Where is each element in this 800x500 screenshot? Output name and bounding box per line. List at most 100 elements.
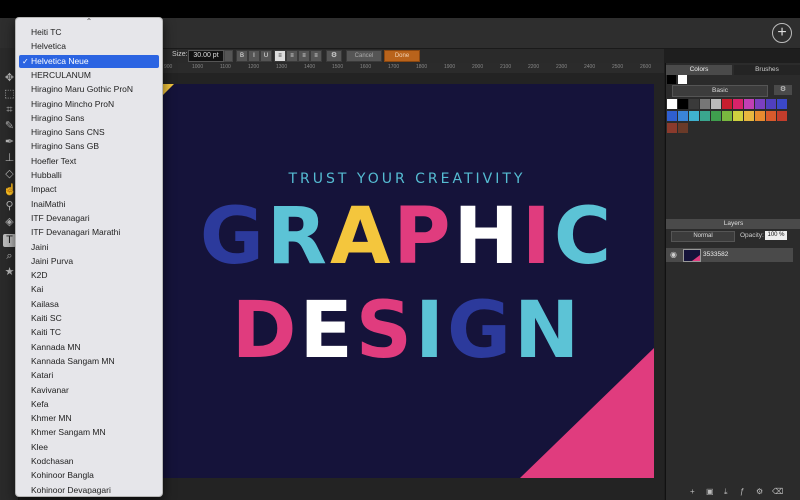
font-menu-item[interactable]: Khmer MN	[19, 412, 159, 425]
font-name: Kaiti SC	[31, 313, 62, 323]
font-menu-item[interactable]: Heiti TC	[19, 26, 159, 39]
font-menu-item[interactable]: Hiragino Sans	[19, 112, 159, 125]
align-left-button[interactable]: ≡	[274, 50, 286, 62]
italic-button[interactable]: I	[248, 50, 260, 62]
font-menu-item[interactable]: ✓ Helvetica Neue	[19, 54, 159, 68]
color-swatch[interactable]	[777, 111, 787, 121]
font-name: Kavivanar	[31, 384, 69, 395]
preset-select[interactable]: Basic	[672, 85, 768, 97]
font-menu-item[interactable]: Kailasa	[19, 298, 159, 311]
font-menu-item[interactable]: Kaiti TC	[19, 326, 159, 339]
fx-icon[interactable]: ƒ	[740, 487, 744, 496]
font-menu-item[interactable]: Hoefler Text	[19, 155, 159, 168]
font-menu-item[interactable]: ITF Devanagari	[19, 212, 159, 225]
primary-color-swatch[interactable]	[667, 75, 676, 84]
scroll-up-icon[interactable]: ⌃	[16, 18, 162, 26]
font-name: Kohinoor Bangla	[31, 470, 94, 481]
font-menu-item[interactable]: Klee	[19, 441, 159, 454]
color-swatch[interactable]	[689, 99, 699, 109]
add-icon[interactable]: +	[772, 23, 792, 43]
settings-icon[interactable]: ⚙	[756, 487, 763, 496]
color-swatch[interactable]	[667, 123, 677, 133]
done-button[interactable]: Done	[384, 50, 420, 62]
tab-colors[interactable]: Colors	[666, 65, 732, 75]
align-center-button[interactable]: ≡	[286, 50, 298, 62]
download-icon[interactable]: ⤓	[724, 487, 728, 497]
color-swatch[interactable]	[777, 99, 787, 109]
font-menu-item[interactable]: Kavivanar	[19, 384, 159, 397]
font-menu-item[interactable]: Kefa	[19, 398, 159, 411]
color-swatch[interactable]	[755, 99, 765, 109]
preset-gear-icon[interactable]: ⚙	[774, 85, 792, 95]
font-menu-item[interactable]: Hiragino Sans CNS	[19, 126, 159, 139]
font-size-input[interactable]: 30.00 pt	[188, 50, 224, 62]
color-swatch[interactable]	[733, 111, 743, 121]
font-menu-item[interactable]: Impact	[19, 183, 159, 196]
font-menu-item[interactable]: ITF Devanagari Marathi	[19, 226, 159, 239]
font-menu-item[interactable]: Kohinoor Bangla	[19, 469, 159, 482]
delete-icon[interactable]: ⌫	[772, 487, 783, 496]
font-menu-item[interactable]: Katari	[19, 369, 159, 382]
font-menu-item[interactable]: Hubballi	[19, 169, 159, 182]
color-swatch[interactable]	[744, 99, 754, 109]
ruler-tick: 2100	[500, 64, 512, 70]
color-swatch[interactable]	[689, 111, 699, 121]
font-menu-item[interactable]: Hiragino Mincho ProN	[19, 98, 159, 111]
blend-mode-select[interactable]: Normal	[671, 231, 735, 242]
font-menu-item[interactable]: K2D	[19, 269, 159, 282]
opacity-input[interactable]: 100 %	[765, 231, 787, 240]
secondary-color-swatch[interactable]	[678, 75, 687, 84]
font-menu-item[interactable]: HERCULANUM	[19, 69, 159, 82]
font-menu-item[interactable]: Kaiti SC	[19, 312, 159, 325]
underline-button[interactable]: U	[260, 50, 272, 62]
artboard[interactable]: TRUST YOUR CREATIVITY GRAPHIC DESIGN	[160, 84, 654, 478]
color-swatch[interactable]	[722, 99, 732, 109]
image-layer-icon[interactable]: ▣	[706, 487, 714, 496]
color-swatch[interactable]	[766, 99, 776, 109]
layer-row[interactable]: ◉ 3533582	[666, 248, 793, 262]
font-menu-item[interactable]: InaiMathi	[19, 198, 159, 211]
size-stepper[interactable]	[224, 50, 233, 62]
font-menu-item[interactable]: Kannada MN	[19, 341, 159, 354]
color-swatch[interactable]	[667, 99, 677, 109]
eye-icon[interactable]: ◉	[670, 250, 677, 259]
font-menu-item[interactable]: Kannada Sangam MN	[19, 355, 159, 368]
color-swatch[interactable]	[678, 99, 688, 109]
ruler-tick: 1500	[332, 64, 344, 70]
color-swatch[interactable]	[755, 111, 765, 121]
font-menu-item[interactable]: Hiragino Maru Gothic ProN	[19, 83, 159, 96]
font-menu-item[interactable]: Hiragino Sans GB	[19, 140, 159, 153]
color-swatch[interactable]	[700, 111, 710, 121]
align-right-button[interactable]: ≡	[298, 50, 310, 62]
font-menu-item[interactable]: Jaini Purva	[19, 255, 159, 268]
font-menu-item[interactable]: Khmer Sangam MN	[19, 426, 159, 439]
font-menu-item[interactable]: Helvetica	[19, 40, 159, 53]
color-swatch[interactable]	[678, 111, 688, 121]
font-menu-item[interactable]: Kai	[19, 283, 159, 296]
font-menu-item[interactable]: Kodchasan	[19, 455, 159, 468]
headline-letter: D	[231, 286, 300, 376]
font-name: Hiragino Maru Gothic ProN	[31, 84, 134, 95]
bold-button[interactable]: B	[236, 50, 248, 62]
color-swatch[interactable]	[667, 111, 677, 121]
color-swatch[interactable]	[711, 99, 721, 109]
font-menu-item[interactable]: Kohinoor Devanagari	[19, 484, 159, 496]
color-swatch[interactable]	[722, 111, 732, 121]
color-swatch[interactable]	[733, 99, 743, 109]
add-layer-icon[interactable]: +	[690, 487, 695, 496]
color-swatch[interactable]	[700, 99, 710, 109]
color-swatch[interactable]	[766, 111, 776, 121]
ruler-tick: 1400	[304, 64, 316, 70]
gear-icon[interactable]: ⚙	[326, 50, 342, 62]
tab-brushes[interactable]: Brushes	[734, 65, 800, 75]
headline-letter: E	[299, 286, 356, 376]
color-swatch[interactable]	[678, 123, 688, 133]
headline-letter: G	[446, 286, 514, 376]
font-menu-item[interactable]: Jaini	[19, 241, 159, 254]
cancel-button[interactable]: Cancel	[346, 50, 382, 62]
headline-letter: C	[553, 192, 615, 282]
color-swatch[interactable]	[744, 111, 754, 121]
font-name: Helvetica	[31, 41, 66, 52]
color-swatch[interactable]	[711, 111, 721, 121]
align-justify-button[interactable]: ≡	[310, 50, 322, 62]
